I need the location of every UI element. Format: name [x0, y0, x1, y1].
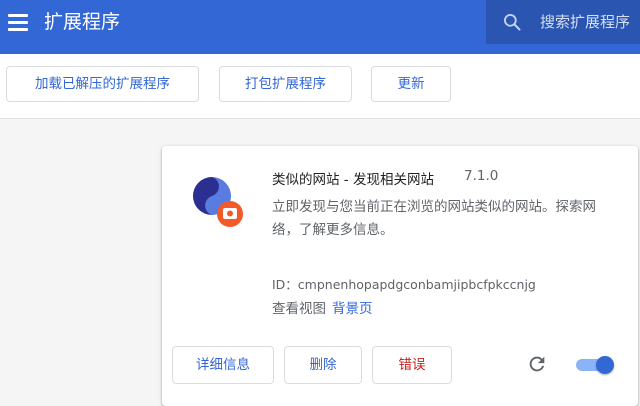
- enable-toggle[interactable]: [574, 355, 614, 375]
- extension-version: 7.1.0: [464, 168, 499, 184]
- pack-extension-button[interactable]: 打包扩展程序: [219, 66, 352, 102]
- update-button[interactable]: 更新: [371, 66, 451, 102]
- reload-icon[interactable]: [526, 353, 548, 375]
- hamburger-menu-icon[interactable]: [8, 14, 28, 32]
- header-bar: 扩展程序 搜索扩展程序: [0, 0, 640, 54]
- page-title: 扩展程序: [44, 11, 121, 33]
- search-box[interactable]: 搜索扩展程序: [486, 0, 640, 44]
- search-input[interactable]: 搜索扩展程序: [540, 11, 630, 32]
- extension-name: 类似的网站 - 发现相关网站: [272, 172, 434, 188]
- dev-toolbar: 加载已解压的扩展程序 打包扩展程序 更新: [0, 54, 640, 119]
- search-icon: [504, 14, 521, 31]
- background-page-link[interactable]: 背景页: [332, 301, 373, 317]
- extension-logo-icon: [193, 177, 243, 227]
- load-unpacked-button[interactable]: 加载已解压的扩展程序: [6, 66, 199, 102]
- extension-card: 类似的网站 - 发现相关网站 7.1.0 立即发现与您当前正在浏览的网站类似的网…: [162, 146, 638, 406]
- details-button[interactable]: 详细信息: [172, 346, 274, 384]
- inspect-views: 查看视图 背景页: [272, 297, 373, 317]
- extension-id: ID：cmpnenhopapdgconbamjipbcfpkccnjg: [272, 277, 536, 292]
- remove-button[interactable]: 删除: [284, 346, 362, 384]
- errors-button[interactable]: 错误: [372, 346, 452, 384]
- inspect-views-label: 查看视图: [272, 301, 326, 317]
- extension-description: 立即发现与您当前正在浏览的网站类似的网站。探索网络，了解更多信息。: [272, 199, 596, 238]
